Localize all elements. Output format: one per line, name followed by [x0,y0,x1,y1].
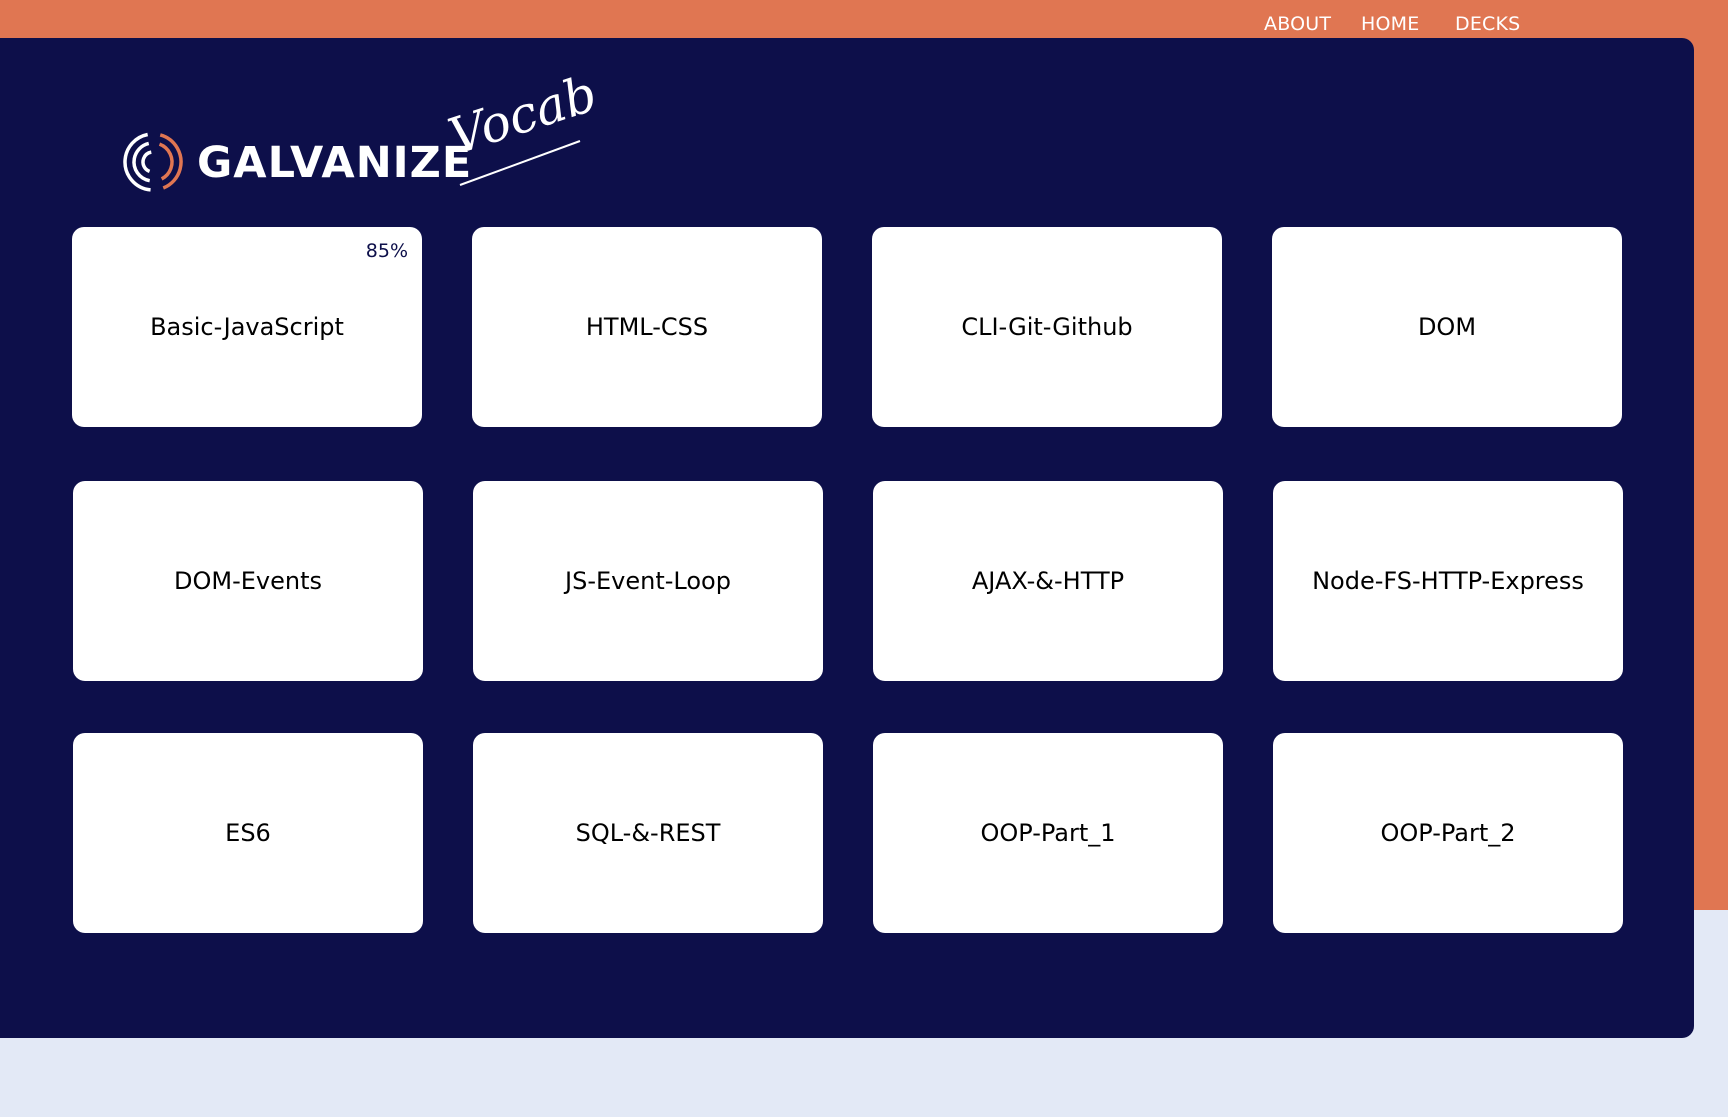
logo-wordmark: GALVANIZE [197,138,473,188]
deck-card[interactable]: DOM [1272,227,1622,427]
deck-card[interactable]: SQL-&-REST [473,733,823,933]
deck-title: Node-FS-HTTP-Express [1312,567,1584,595]
deck-card[interactable]: ES6 [73,733,423,933]
nav-link-about[interactable]: ABOUT [1264,12,1331,36]
deck-progress-badge: 85% [365,240,408,262]
deck-title: DOM [1417,313,1477,341]
deck-card[interactable]: 85% Basic-JavaScript [72,227,422,427]
decks-panel: GALVANIZE Vocab 85% Basic-JavaScript HTM… [0,38,1694,1038]
deck-card[interactable]: OOP-Part_1 [873,733,1223,933]
deck-title: JS-Event-Loop [565,567,731,595]
deck-card[interactable]: DOM-Events [73,481,423,681]
deck-title: SQL-&-REST [575,819,721,847]
deck-card[interactable]: JS-Event-Loop [473,481,823,681]
deck-title: OOP-Part_1 [980,819,1116,847]
deck-title: Basic-JavaScript [150,313,344,341]
top-nav: ABOUT HOME DECKS [0,0,1728,38]
deck-title: CLI-Git-Github [961,313,1133,341]
deck-card[interactable]: OOP-Part_2 [1273,733,1623,933]
deck-card[interactable]: HTML-CSS [472,227,822,427]
deck-title: ES6 [225,819,271,847]
deck-title: HTML-CSS [585,313,709,341]
nav-link-home[interactable]: HOME [1361,12,1419,36]
deck-card[interactable]: Node-FS-HTTP-Express [1273,481,1623,681]
deck-title: OOP-Part_2 [1380,819,1516,847]
galvanize-logo-icon [123,132,183,192]
deck-card[interactable]: CLI-Git-Github [872,227,1222,427]
deck-card[interactable]: AJAX-&-HTTP [873,481,1223,681]
logo[interactable]: GALVANIZE Vocab [122,64,604,198]
deck-title: DOM-Events [174,567,322,595]
deck-title: AJAX-&-HTTP [971,567,1125,595]
nav-link-decks[interactable]: DECKS [1455,12,1520,36]
